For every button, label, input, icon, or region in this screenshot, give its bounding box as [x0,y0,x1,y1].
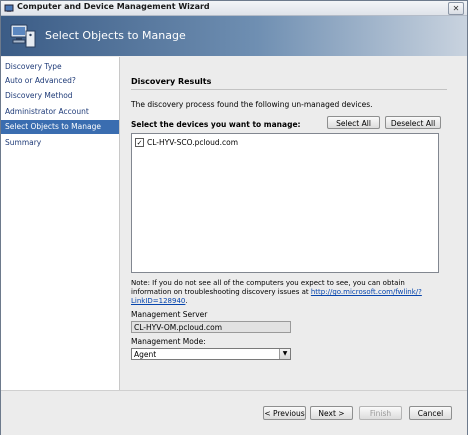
app-icon [4,4,14,12]
section-divider [131,89,447,90]
close-button[interactable]: ✕ [448,2,464,15]
cancel-button[interactable]: Cancel [409,406,452,420]
nav-item-discovery-method[interactable]: Discovery Method [1,89,119,103]
chevron-down-icon[interactable]: ▼ [279,349,290,359]
title-bar: Computer and Device Management Wizard ✕ [1,1,467,16]
device-name: CL-HYV-SCO.pcloud.com [147,138,239,147]
select-all-button[interactable]: Select All [327,116,380,129]
description-text: The discovery process found the followin… [131,100,373,109]
wizard-footer: < Previous Next > Finish Cancel [1,390,467,435]
management-mode-label: Management Mode: [131,337,206,346]
nav-item-discovery-type[interactable]: Discovery Type [1,60,119,74]
next-button[interactable]: Next > [310,406,353,420]
wizard-window: Computer and Device Management Wizard ✕ … [0,0,468,435]
previous-button[interactable]: < Previous [263,406,306,420]
management-server-label: Management Server [131,310,208,319]
nav-item-auto-or-advanced[interactable]: Auto or Advanced? [1,74,119,88]
device-checkbox[interactable]: ✓ [135,138,144,147]
finish-button[interactable]: Finish [359,406,402,420]
note-text: Note: If you do not see all of the compu… [131,279,431,306]
nav-item-select-objects[interactable]: Select Objects to Manage [1,120,119,134]
select-devices-label: Select the devices you want to manage: [131,120,301,129]
management-mode-value: Agent [134,350,157,359]
wizard-header: Select Objects to Manage [1,16,467,56]
section-title: Discovery Results [131,77,212,86]
page-title: Select Objects to Manage [45,29,186,42]
window-title: Computer and Device Management Wizard [17,2,210,11]
device-list[interactable]: ✓ CL-HYV-SCO.pcloud.com [131,133,439,273]
management-mode-select[interactable]: Agent ▼ [131,348,291,360]
deselect-all-button[interactable]: Deselect All [385,116,441,129]
wizard-nav: Discovery Type Auto or Advanced? Discove… [1,57,120,390]
note-suffix: . [185,297,188,305]
wizard-icon [10,24,36,48]
main-content: Discovery Results The discovery process … [121,57,447,390]
nav-item-summary[interactable]: Summary [1,136,119,150]
management-server-field: CL-HYV-OM.pcloud.com [131,321,291,333]
nav-item-administrator-account[interactable]: Administrator Account [1,105,119,119]
